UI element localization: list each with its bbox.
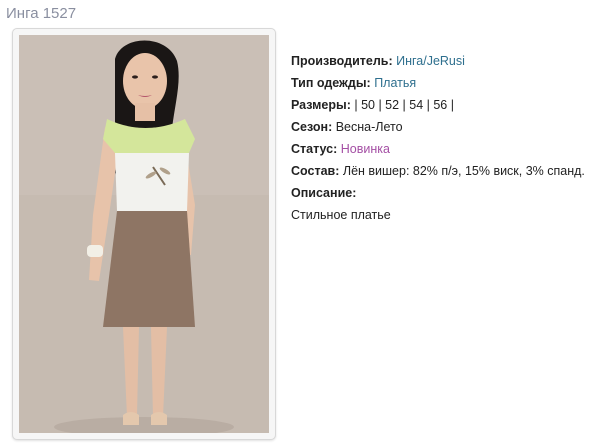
- type-link[interactable]: Платья: [374, 76, 416, 90]
- sizes-label: Размеры:: [291, 98, 351, 112]
- composition-row: Состав: Лён вишер: 82% п/э, 15% виск, 3%…: [291, 160, 585, 182]
- description-text-row: Стильное платье: [291, 204, 585, 226]
- status-row: Статус: Новинка: [291, 138, 585, 160]
- status-link[interactable]: Новинка: [341, 142, 390, 156]
- product-details: Производитель: Инга/JeRusi Тип одежды: П…: [291, 50, 585, 226]
- composition-value: Лён вишер: 82% п/э, 15% виск, 3% спанд.: [342, 164, 585, 178]
- product-photo-frame: [12, 28, 276, 440]
- product-photo[interactable]: [19, 35, 269, 433]
- manufacturer-link[interactable]: Инга/JeRusi: [396, 54, 465, 68]
- dress-model-illustration: [19, 35, 269, 433]
- status-label: Статус:: [291, 142, 338, 156]
- season-value: Весна-Лето: [335, 120, 403, 134]
- description-value: Стильное платье: [291, 208, 391, 222]
- manufacturer-row: Производитель: Инга/JeRusi: [291, 50, 585, 72]
- season-label: Сезон:: [291, 120, 333, 134]
- sizes-value: | 50 | 52 | 54 | 56 |: [354, 98, 454, 112]
- composition-label: Состав:: [291, 164, 340, 178]
- manufacturer-label: Производитель:: [291, 54, 393, 68]
- product-title: Инга 1527: [6, 5, 77, 22]
- type-row: Тип одежды: Платья: [291, 72, 585, 94]
- sizes-row: Размеры: | 50 | 52 | 54 | 56 |: [291, 94, 585, 116]
- type-label: Тип одежды:: [291, 76, 371, 90]
- description-row: Описание:: [291, 182, 585, 204]
- season-row: Сезон: Весна-Лето: [291, 116, 585, 138]
- description-label: Описание:: [291, 186, 357, 200]
